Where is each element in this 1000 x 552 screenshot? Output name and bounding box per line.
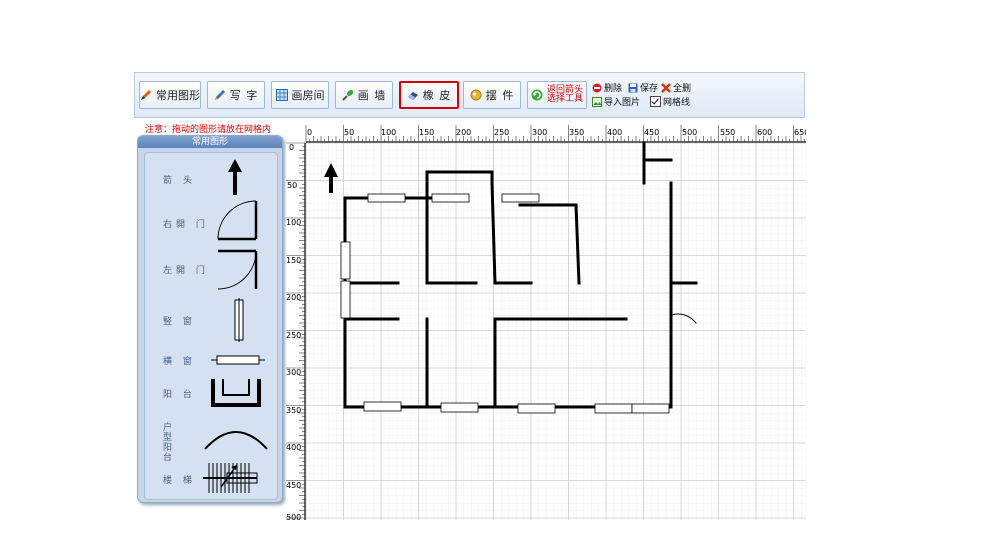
x-ruler-label-550: 550 [720, 128, 735, 137]
checkbox-checked-icon [650, 96, 661, 107]
clear-all-button[interactable]: 全删 [661, 81, 691, 94]
eraser-icon [407, 89, 419, 101]
pencil-icon [140, 89, 152, 101]
write-text-button[interactable]: 写 字 [207, 81, 265, 109]
shape-balcony[interactable]: 阳 台 [145, 377, 277, 409]
draw-wall-button[interactable]: 画 墙 [335, 81, 393, 109]
shape-left-door[interactable]: 左開 门 [145, 245, 277, 291]
arrow-up-icon [228, 159, 242, 195]
furniture-icon [470, 89, 482, 101]
x-ruler-label-0: 0 [307, 128, 312, 137]
right-door-icon [217, 200, 258, 241]
x-ruler-label-400: 400 [607, 128, 622, 137]
x-ruler-label-250: 250 [494, 128, 509, 137]
window-left-1 [340, 241, 351, 280]
shape-list: 箭 头 右開 门 左開 门 竪 窗 横 窗 阳 台 户型阳台 楼 梯 [144, 152, 278, 500]
x-ruler-label-200: 200 [456, 128, 471, 137]
red-x-icon [661, 82, 671, 93]
delete-button[interactable]: 删除 [592, 81, 622, 94]
stairs-icon [203, 463, 258, 493]
notice-text: 注意：拖动的图形请放在网格内 [145, 125, 272, 135]
y-ruler-label-250: 250 [286, 331, 301, 340]
x-ruler-label-50: 50 [344, 128, 354, 137]
draw-room-button[interactable]: 画房间 [271, 81, 329, 109]
y-ruler-label-300: 300 [286, 368, 301, 377]
y-ruler-label-0: 0 [289, 143, 294, 152]
vertical-window-icon [234, 298, 244, 342]
import-image-button[interactable]: 导入图片 [592, 95, 640, 108]
furniture-button[interactable]: 摆 件 [463, 81, 521, 109]
window-bottom-5 [631, 403, 670, 414]
window-bottom-2 [440, 402, 479, 413]
shape-arrow[interactable]: 箭 头 [145, 157, 277, 197]
shape-vertical-window[interactable]: 竪 窗 [145, 298, 277, 342]
wall-brush-icon [342, 89, 354, 101]
window-bottom-1 [363, 401, 402, 412]
window-top-2 [431, 193, 470, 203]
y-ruler-label-200: 200 [286, 293, 301, 302]
unit-balcony-arc-icon [204, 431, 268, 450]
window-bottom-3 [517, 403, 556, 414]
delete-icon [592, 83, 602, 93]
eraser-button[interactable]: 橡 皮 [399, 81, 459, 109]
window-top-1 [367, 193, 406, 203]
y-ruler-label-100: 100 [286, 218, 301, 227]
x-ruler-label-350: 350 [569, 128, 584, 137]
y-ruler-label-350: 350 [286, 406, 301, 415]
x-ruler-label-100: 100 [381, 128, 396, 137]
grid-line-checkbox[interactable]: 网格线 [650, 95, 690, 108]
x-ruler-label-500: 500 [682, 128, 697, 137]
balcony-icon [211, 379, 261, 407]
window-left-2 [340, 280, 351, 319]
x-ruler-label-300: 300 [532, 128, 547, 137]
return-arrow-select-tool-button[interactable]: 返回箭头 选择工具 [527, 81, 587, 109]
y-ruler-label-450: 450 [286, 481, 301, 490]
save-icon [628, 83, 638, 93]
toolbar: 常用图形 写 字 画房间 画 墙 橡 皮 摆 件 返回箭头 选择工具 删除 保存 [134, 72, 805, 118]
panel-title: 常用图形 [138, 136, 282, 148]
horizontal-window-icon [211, 355, 265, 365]
x-ruler-label-450: 450 [644, 128, 659, 137]
grid-room-icon [275, 89, 288, 101]
pen-icon [214, 89, 226, 101]
shape-unit-balcony[interactable]: 户型阳台 [145, 417, 277, 463]
x-ruler-label-150: 150 [419, 128, 434, 137]
y-ruler-label-150: 150 [286, 256, 301, 265]
drawing-canvas[interactable]: 0 50 100 150 200 250 300 350 400 450 500… [286, 125, 806, 520]
left-door-icon [217, 249, 258, 290]
y-ruler-label-500: 500 [286, 513, 301, 520]
shape-horizontal-window[interactable]: 横 窗 [145, 350, 277, 370]
common-shapes-panel: 常用图形 箭 头 右開 门 左開 门 竪 窗 横 窗 阳 台 户型阳台 楼 梯 [137, 135, 283, 503]
window-bottom-4 [594, 403, 633, 414]
save-button[interactable]: 保存 [628, 81, 658, 94]
return-arrow-label: 返回箭头 选择工具 [546, 85, 583, 104]
shape-stairs[interactable]: 楼 梯 [145, 457, 277, 497]
common-shapes-button[interactable]: 常用图形 [139, 81, 201, 109]
window-top-3 [501, 193, 540, 203]
y-ruler-label-400: 400 [286, 443, 301, 452]
shape-right-door[interactable]: 右開 门 [145, 197, 277, 245]
y-ruler-label-50: 50 [287, 181, 297, 190]
x-ruler-label-600: 600 [757, 128, 772, 137]
image-icon [592, 96, 602, 107]
x-ruler-label-650: 650 [794, 128, 806, 137]
refresh-arrow-icon [531, 89, 543, 101]
